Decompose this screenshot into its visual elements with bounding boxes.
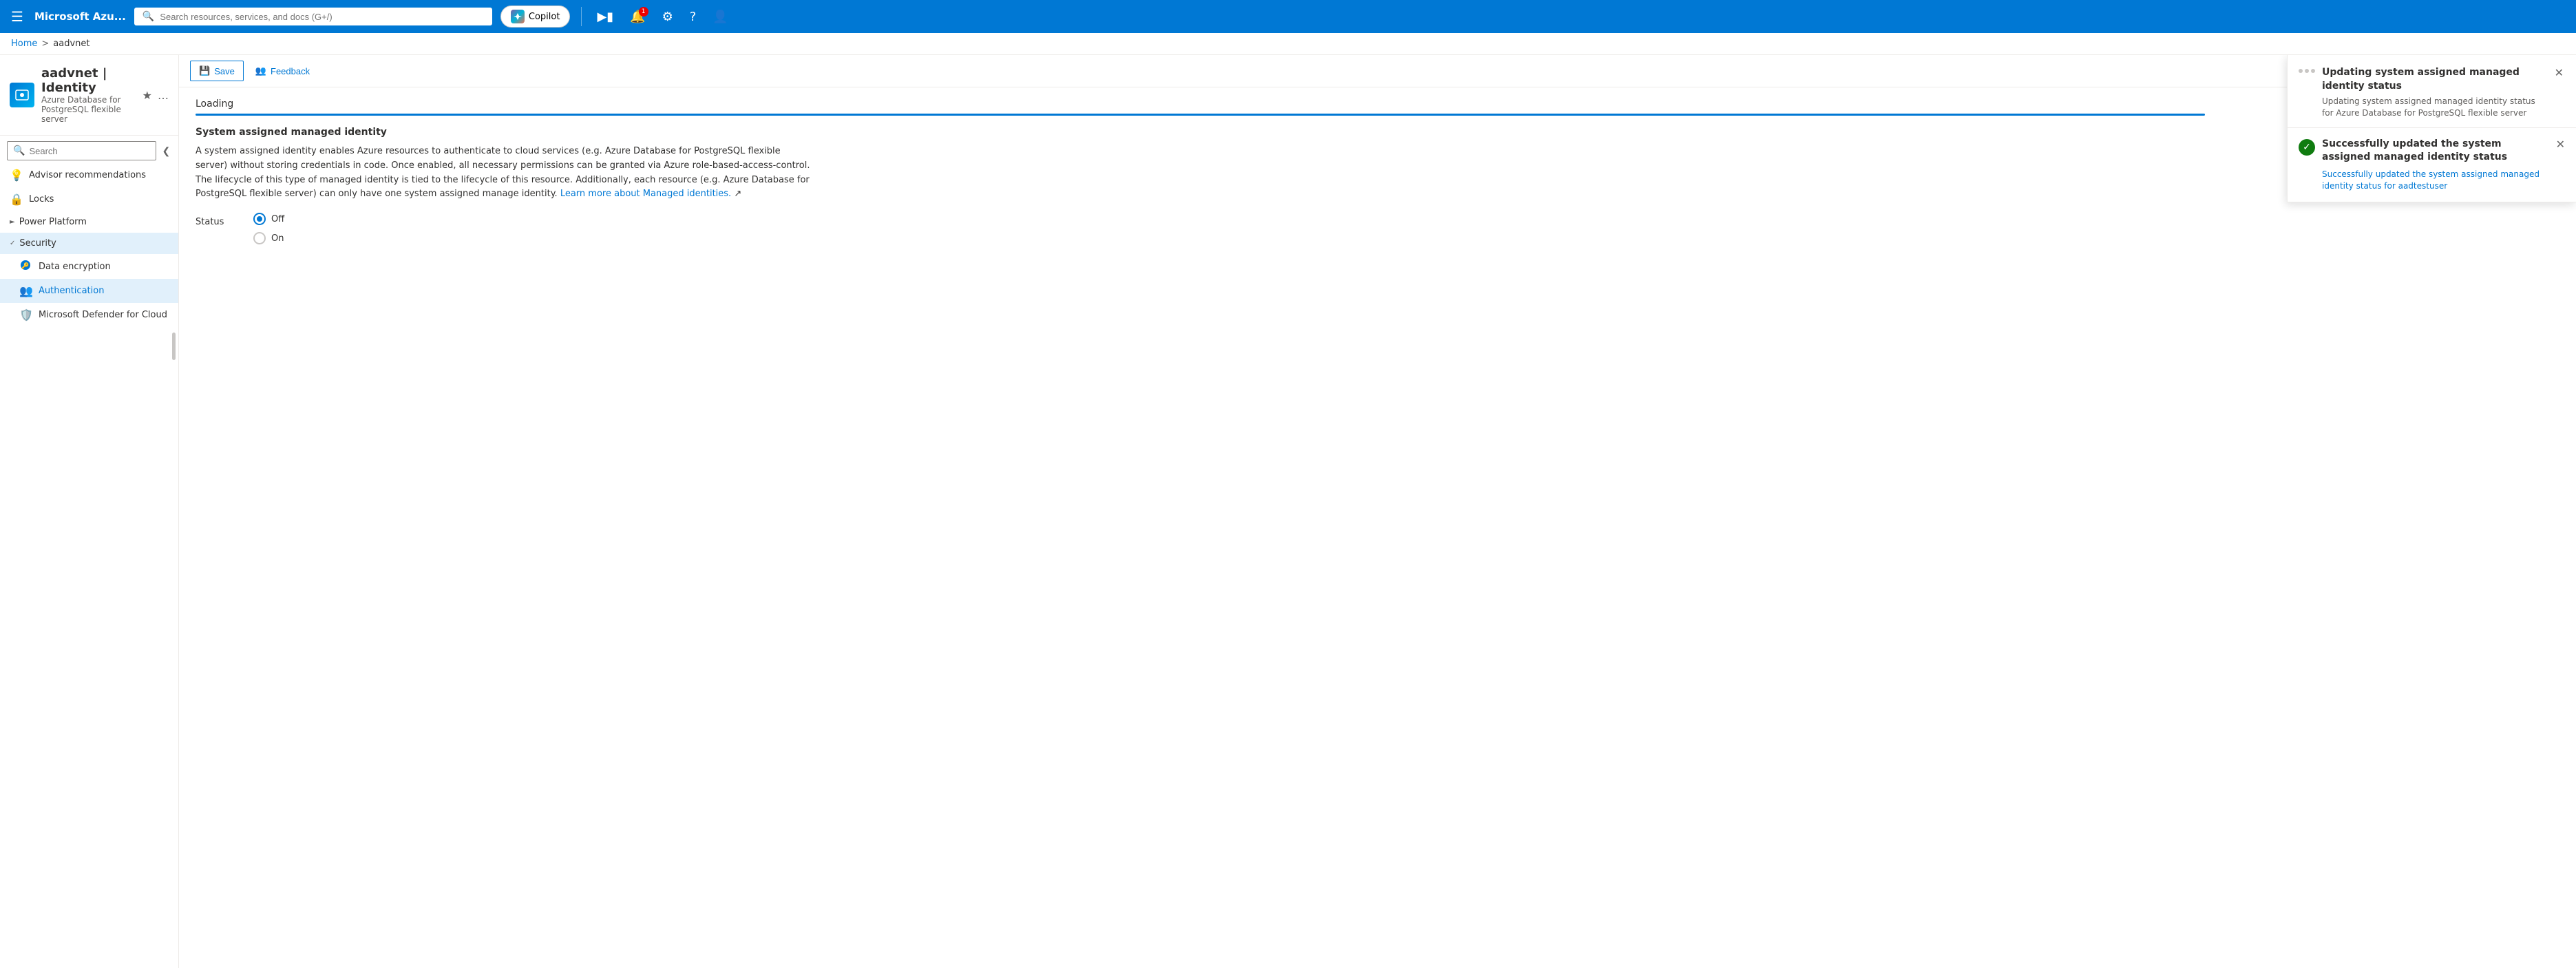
global-search-bar[interactable]: 🔍 <box>134 8 492 25</box>
content-body: Loading System assigned managed identity… <box>179 87 2576 968</box>
sidebar-menu: 💡 Advisor recommendations 🔒 Locks ► Powe… <box>0 163 178 968</box>
svg-text:🔑: 🔑 <box>21 262 29 270</box>
breadcrumb-home[interactable]: Home <box>11 39 37 49</box>
success-checkmark-icon: ✓ <box>2299 139 2315 156</box>
content-toolbar: 💾 Save 👥 Feedback <box>179 55 2576 87</box>
copilot-label: Copilot <box>529 12 560 22</box>
save-label: Save <box>214 66 235 76</box>
copilot-gem-icon <box>511 10 525 23</box>
learn-more-link[interactable]: Learn more about Managed identities. <box>560 189 731 199</box>
terminal-button[interactable]: ▶▮ <box>593 6 617 28</box>
loading-bar <box>196 114 2205 116</box>
top-navigation: ☰ Microsoft Azu... 🔍 Copilot ▶▮ 🔔 1 ⚙ ? … <box>0 0 2576 33</box>
status-off-label: Off <box>271 214 284 224</box>
more-options-icon[interactable]: … <box>158 89 169 102</box>
status-options: Off On <box>253 213 284 244</box>
sidebar-item-label-advisor: Advisor recommendations <box>29 170 146 180</box>
security-expand-icon: ✓ <box>10 240 15 247</box>
sidebar-item-label-security: Security <box>19 238 56 249</box>
breadcrumb: Home > aadvnet <box>0 33 2576 55</box>
status-off-option[interactable]: Off <box>253 213 284 225</box>
updating-title: Updating system assigned managed identit… <box>2322 66 2546 93</box>
sidebar-scrollbar <box>172 333 176 360</box>
breadcrumb-separator: > <box>41 39 49 49</box>
sidebar-search-bar[interactable]: 🔍 <box>7 141 156 160</box>
save-icon: 💾 <box>199 65 210 76</box>
notification-close-button[interactable]: ✕ <box>2553 66 2565 80</box>
sidebar-item-label-locks: Locks <box>29 194 54 204</box>
search-icon: 🔍 <box>142 11 154 22</box>
sidebar-section-power-platform[interactable]: ► Power Platform <box>0 211 178 233</box>
loading-text: Loading <box>196 98 2559 109</box>
nav-divider <box>581 7 582 26</box>
external-link-icon: ↗ <box>734 189 741 199</box>
main-layout: aadvnet | Identity Azure Database for Po… <box>0 55 2576 968</box>
notification-badge: 1 <box>639 7 648 17</box>
sidebar-item-locks[interactable]: 🔒 Locks <box>0 187 178 211</box>
settings-button[interactable]: ⚙ <box>658 6 677 28</box>
sidebar-search-icon: 🔍 <box>13 145 25 156</box>
notification-updating-header: Updating system assigned managed identit… <box>2288 55 2576 128</box>
global-search-input[interactable] <box>160 12 484 22</box>
content-area: 💾 Save 👥 Feedback Loading System assigne… <box>179 55 2576 968</box>
notification-panel: Updating system assigned managed identit… <box>2287 55 2576 202</box>
success-title: Successfully updated the system assigned… <box>2322 138 2549 165</box>
sidebar-item-label-power-platform: Power Platform <box>19 217 87 227</box>
authentication-icon: 👥 <box>19 284 32 297</box>
collapse-expand-button[interactable]: ❮ <box>159 144 173 158</box>
status-off-radio[interactable] <box>253 213 266 225</box>
status-row: Status Off On <box>196 213 2559 244</box>
copilot-button[interactable]: Copilot <box>500 6 571 28</box>
feedback-label: Feedback <box>271 66 310 76</box>
sidebar-item-label-defender: Microsoft Defender for Cloud <box>39 310 167 320</box>
sidebar-item-data-encryption[interactable]: 🔑 Data encryption <box>0 254 178 279</box>
sidebar-item-authentication[interactable]: 👥 Authentication <box>0 279 178 303</box>
sidebar-item-defender[interactable]: 🛡️ Microsoft Defender for Cloud <box>0 303 178 327</box>
section-title: System assigned managed identity <box>196 127 2559 138</box>
resource-icon <box>10 83 34 107</box>
data-encryption-icon: 🔑 <box>19 260 32 273</box>
favorite-star-icon[interactable]: ★ <box>142 89 152 102</box>
advisor-icon: 💡 <box>10 169 22 182</box>
notification-success: ✓ Successfully updated the system assign… <box>2288 128 2576 202</box>
status-on-radio[interactable] <box>253 232 266 244</box>
loading-dots <box>2299 69 2315 73</box>
status-label: Status <box>196 213 237 227</box>
updating-subtitle: Updating system assigned managed identit… <box>2322 96 2546 119</box>
notifications-button[interactable]: 🔔 1 <box>626 6 649 28</box>
sidebar-search-input[interactable] <box>29 146 150 156</box>
defender-icon: 🛡️ <box>19 308 32 322</box>
breadcrumb-current: aadvnet <box>53 39 89 49</box>
sidebar-item-advisor[interactable]: 💡 Advisor recommendations <box>0 163 178 187</box>
section-description: A system assigned identity enables Azure… <box>196 145 815 202</box>
sidebar-section-security[interactable]: ✓ Security <box>0 233 178 254</box>
resource-name: aadvnet | Identity <box>41 66 136 95</box>
sidebar-item-label-data-encryption: Data encryption <box>39 262 111 272</box>
resource-subtitle: Azure Database for PostgreSQL flexible s… <box>41 95 136 124</box>
feedback-icon: 👥 <box>255 65 266 76</box>
hamburger-menu[interactable]: ☰ <box>8 6 26 28</box>
help-button[interactable]: ? <box>686 6 701 28</box>
account-button[interactable]: 👤 <box>708 6 732 28</box>
status-on-label: On <box>271 233 284 244</box>
save-button[interactable]: 💾 Save <box>190 61 244 81</box>
locks-icon: 🔒 <box>10 193 22 206</box>
success-notification-close-button[interactable]: ✕ <box>2556 138 2565 151</box>
sidebar-item-label-authentication: Authentication <box>39 286 104 296</box>
feedback-button[interactable]: 👥 Feedback <box>246 61 319 81</box>
app-title: Microsoft Azu... <box>34 10 126 23</box>
power-platform-expand-icon: ► <box>10 218 15 226</box>
success-description: Successfully updated the system assigned… <box>2322 169 2549 192</box>
status-on-option[interactable]: On <box>253 232 284 244</box>
resource-header: aadvnet | Identity Azure Database for Po… <box>0 55 178 136</box>
loading-indicator: Loading <box>196 98 2559 116</box>
sidebar: aadvnet | Identity Azure Database for Po… <box>0 55 179 968</box>
